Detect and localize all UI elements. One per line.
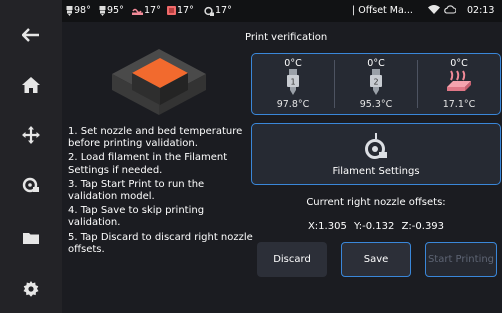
extruder-button[interactable] xyxy=(0,165,62,205)
discard-button[interactable]: Discard xyxy=(257,242,327,277)
settings-button[interactable] xyxy=(0,269,62,309)
nozzle-icon xyxy=(66,5,73,16)
gear-icon xyxy=(23,281,39,297)
page-title: Print verification xyxy=(245,32,328,43)
filament-spool-icon xyxy=(365,133,387,159)
filament-settings-button[interactable]: Filament Settings xyxy=(251,123,501,185)
filament-temp: 17° xyxy=(215,5,232,16)
right-nozzle-temp-cell[interactable]: 0°C 2 95.3°C xyxy=(335,54,417,114)
right-nozzle-target: 0°C xyxy=(367,58,385,69)
main-content: Print verification 1. Set nozzle and bed… xyxy=(62,22,502,313)
files-button[interactable] xyxy=(0,218,62,258)
home-button[interactable] xyxy=(0,65,62,105)
bed-temp: 17° xyxy=(144,5,161,16)
bed-target: 0°C xyxy=(450,58,468,69)
offset-z: Z:-0.393 xyxy=(401,221,445,232)
right-nozzle-current: 95.3°C xyxy=(359,99,393,110)
cloud-icon xyxy=(444,4,457,14)
left-nozzle-temp-cell[interactable]: 0°C 1 97.8°C xyxy=(252,54,334,114)
left-nozzle-target: 0°C xyxy=(284,58,302,69)
move-arrows-icon xyxy=(22,126,40,144)
bed-status: 17° xyxy=(132,5,161,16)
page-name: | Offset Ma... xyxy=(352,5,413,16)
nozzle2-temp: 95° xyxy=(107,5,124,16)
instruction-5: 5. Tap Discard to discard right nozzle o… xyxy=(68,231,253,255)
extruder-icon xyxy=(204,6,214,16)
save-button[interactable]: Save xyxy=(341,242,411,277)
bed-temp-cell[interactable]: 0°C 17.1°C xyxy=(418,54,500,114)
status-bar: 98° 95° 17° 17° 17° | Offset Ma... 02:13 xyxy=(62,0,502,22)
temperature-panel: 0°C 1 97.8°C 0°C 2 95.3°C 0°C 17.1°C xyxy=(251,53,501,115)
back-arrow-icon xyxy=(22,28,39,42)
chamber-icon xyxy=(167,6,176,15)
move-button[interactable] xyxy=(0,115,62,155)
instruction-1: 1. Set nozzle and bed temperature before… xyxy=(68,126,243,150)
extruder-icon xyxy=(22,177,39,193)
left-nozzle-current: 97.8°C xyxy=(276,99,310,110)
nozzle1-temp: 98° xyxy=(74,5,91,16)
bed-heater-icon xyxy=(132,8,143,15)
instruction-2: 2. Load filament in the Filament Setting… xyxy=(68,152,228,176)
nozzle2-status: 95° xyxy=(99,5,124,16)
validation-model-preview xyxy=(112,49,206,115)
folder-icon xyxy=(23,233,39,244)
home-icon xyxy=(22,77,40,93)
filament-settings-label: Filament Settings xyxy=(332,166,420,177)
chamber-status: 17° xyxy=(167,5,194,16)
instruction-3: 3. Tap Start Print to run the validation… xyxy=(68,178,205,203)
nozzle-icon xyxy=(99,5,106,16)
bed-heater-icon xyxy=(447,70,471,91)
nozzle-1-icon: 1 xyxy=(287,69,299,95)
nozzle1-status: 98° xyxy=(66,5,91,16)
instructions: 1. Set nozzle and bed temperature before… xyxy=(68,126,254,258)
back-button[interactable] xyxy=(0,15,62,55)
nozzle-2-icon: 2 xyxy=(370,69,382,95)
bed-current: 17.1°C xyxy=(442,99,476,110)
offset-x: X:1.305 xyxy=(307,221,347,232)
chamber-temp: 17° xyxy=(177,5,194,16)
nozzle-2-label: 2 xyxy=(373,78,378,87)
clock: 02:13 xyxy=(467,5,495,16)
offsets-values: X:1.305 Y:-0.132 Z:-0.393 xyxy=(251,221,501,232)
sidebar xyxy=(0,0,62,313)
start-printing-button[interactable]: Start Printing xyxy=(425,242,497,277)
wifi-icon xyxy=(428,4,441,14)
offset-y: Y:-0.132 xyxy=(354,221,395,232)
nozzle-1-label: 1 xyxy=(290,78,295,87)
filament-status: 17° xyxy=(204,5,232,16)
instruction-4: 4. Tap Save to skip printing validation. xyxy=(68,205,205,229)
offsets-title: Current right nozzle offsets: xyxy=(306,197,446,208)
